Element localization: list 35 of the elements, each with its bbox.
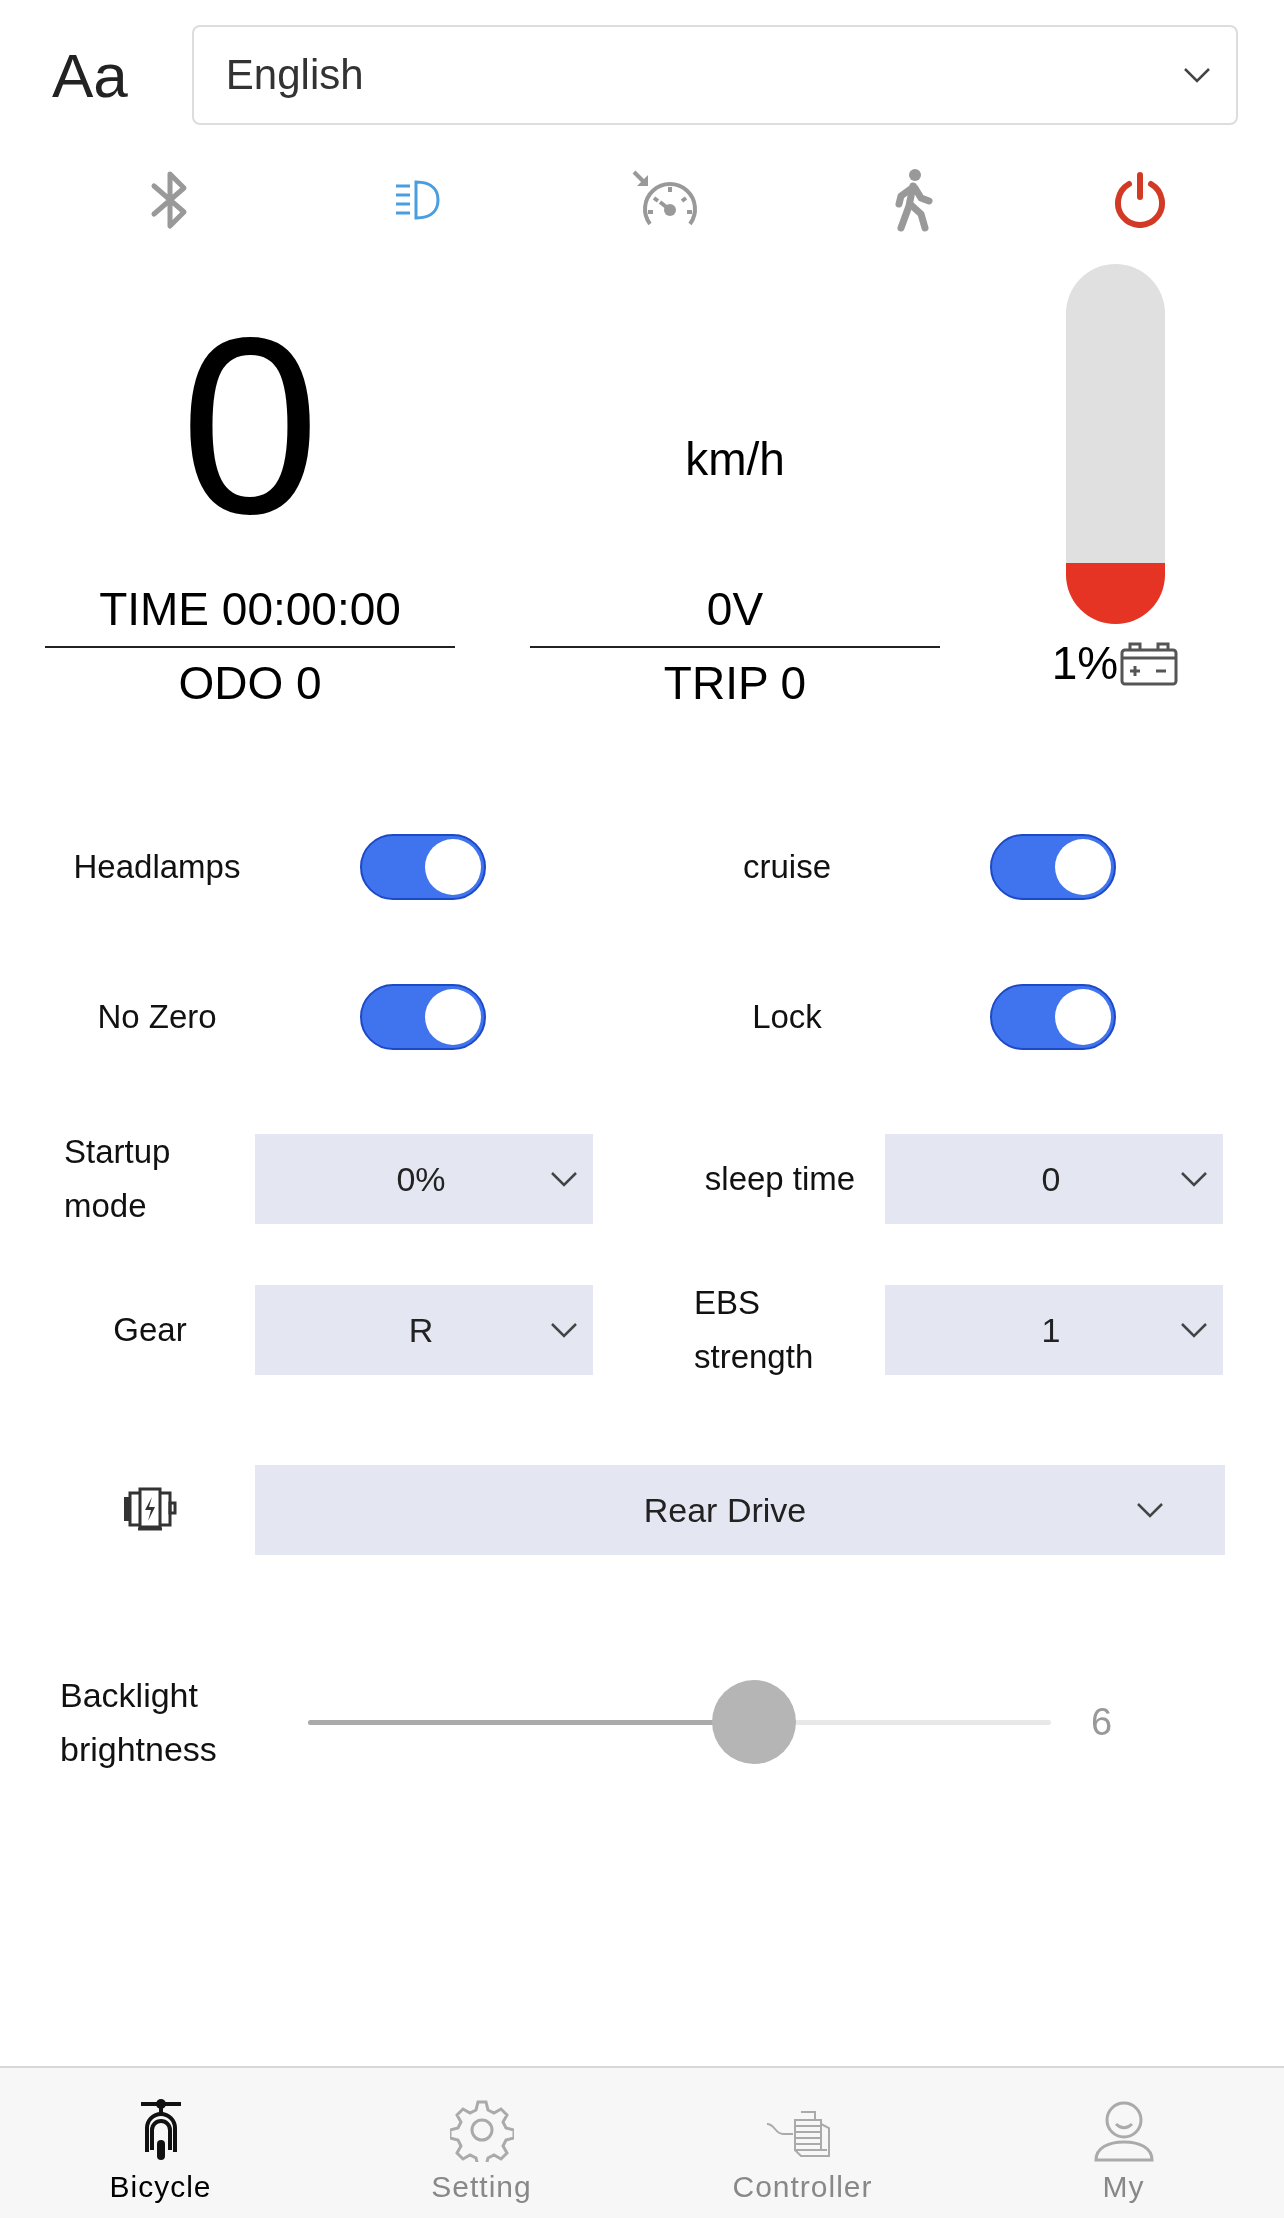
tab[interactable]: Bicycle	[0, 2068, 321, 2218]
switch-label: No Zero	[96, 998, 218, 1036]
dropdown[interactable]: 0%	[255, 1134, 593, 1224]
switch-label: Headlamps	[72, 848, 242, 886]
dropdown[interactable]: 1	[885, 1285, 1223, 1375]
speed-unit: km/h	[685, 432, 785, 486]
slider-label: Backlight brightness	[60, 1675, 218, 1770]
caret-icon	[1179, 1170, 1209, 1188]
stat-value: 0V	[706, 582, 764, 637]
headlight-icon[interactable]	[394, 178, 440, 222]
field-label: EBS strength	[694, 1283, 815, 1377]
stat-value: ODO 0	[178, 656, 322, 711]
caret-icon	[549, 1170, 579, 1188]
switch-label: cruise	[742, 848, 832, 886]
caret-icon	[1135, 1501, 1165, 1519]
font-size-icon: Aa	[52, 39, 128, 111]
battery-icon	[1120, 640, 1179, 686]
stat-value: TIME 00:00:00	[99, 582, 401, 637]
field-label: sleep time	[704, 1159, 856, 1199]
stat-value: TRIP 0	[663, 656, 807, 711]
dropdown[interactable]: R	[255, 1285, 593, 1375]
field-label: Gear	[113, 1310, 187, 1350]
dropdown[interactable]: 0	[885, 1134, 1223, 1224]
power-icon[interactable]	[1113, 172, 1167, 228]
speed-value: 0	[179, 302, 321, 568]
drive-dropdown[interactable]: Rear Drive	[255, 1465, 1225, 1555]
language-dropdown[interactable]: English	[191, 25, 1238, 125]
switch-label: Lock	[751, 998, 823, 1036]
caret-icon	[1179, 1321, 1209, 1339]
field-label: Startup mode	[64, 1132, 172, 1226]
caret-icon	[549, 1321, 579, 1339]
battery-percent: 1%	[1051, 636, 1119, 690]
caret-icon	[1182, 66, 1212, 84]
slider-value: 6	[1091, 1700, 1113, 1744]
settings-icon[interactable]	[449, 2098, 514, 2162]
